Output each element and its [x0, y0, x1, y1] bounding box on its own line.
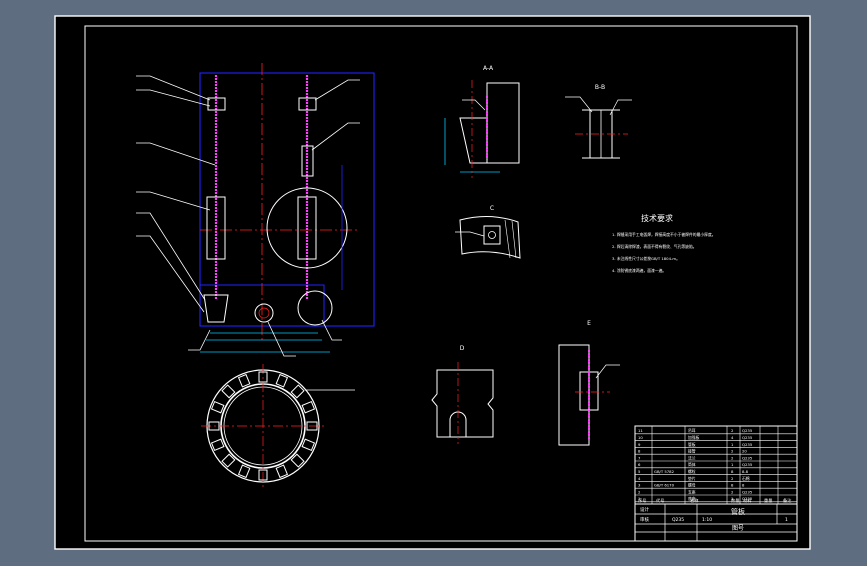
bom-cell-mat: Q235 [742, 489, 753, 494]
title-checker: 审核 [640, 516, 649, 523]
tech-req-line-3: 3. 未注线性尺寸公差按GB/T 1804-m。 [612, 256, 680, 261]
bom-header-no: 序号 [638, 497, 646, 504]
drawing-sheet [54, 15, 811, 550]
bom-cell-mat: Q235 [742, 462, 753, 467]
bom-header-code: 代号 [656, 497, 664, 504]
bom-header-mat: 材料 [743, 497, 752, 504]
bom-header-note: 备注 [783, 497, 792, 504]
bom-cell-code: GB/T 6170 [654, 483, 675, 488]
view-e-label: E [587, 320, 591, 327]
section-b-label: B-B [595, 84, 605, 91]
bom-cell-name: 接管 [688, 449, 696, 454]
title-quantity: 1 [785, 517, 788, 523]
bom-cell-name: 螺母 [688, 483, 696, 488]
bom-cell-mat: 8.8 [742, 469, 749, 474]
bom-header-name: 名称 [690, 497, 698, 504]
tech-req-line-4: 4. 涂防锈底漆两遍，面漆一遍。 [612, 268, 666, 273]
tech-req-line-1: 1. 焊缝采用手工电弧焊，焊接高度不小于被焊件的最小厚度。 [612, 232, 716, 237]
title-material: Q235 [672, 517, 684, 523]
cad-drawing: A-A B-B C D E 技术要求 1. 焊缝采用手工电弧焊，焊接高度不小于被… [54, 15, 811, 550]
bom-cell-no: 10 [638, 435, 643, 440]
detail-d-label: D [460, 345, 465, 352]
tech-requirements-title: 技术要求 [641, 213, 673, 223]
tech-req-line-2: 2. 焊后清除焊渣，表面不得有裂纹、气孔等缺陷。 [612, 244, 697, 249]
bom-cell-code: GB/T 5782 [654, 469, 675, 474]
bom-header-weight: 重量 [764, 497, 772, 504]
bom-cell-name: 管板 [688, 442, 696, 447]
bom-header-qty: 数量 [731, 497, 739, 504]
bom-cell-mat: Q235 [742, 435, 753, 440]
bom-cell-mat: 20 [742, 449, 747, 454]
bom-cell-mat: Q235 [742, 428, 753, 433]
title-drawing-name: 管板 [731, 507, 745, 516]
bom-cell-name: 加强板 [688, 435, 700, 440]
cad-viewport: A-A B-B C D E 技术要求 1. 焊缝采用手工电弧焊，焊接高度不小于被… [0, 0, 867, 562]
title-designer: 设计 [640, 506, 649, 513]
bom-cell-name: 吊耳 [688, 428, 696, 433]
title-scale: 1:10 [702, 517, 712, 523]
bom-cell-name: 筒体 [688, 462, 696, 467]
bom-cell-mat: 石棉 [742, 476, 750, 481]
title-drawing-number: 图号 [732, 525, 744, 532]
section-a-label: A-A [483, 65, 494, 72]
bom-cell-name: 螺栓 [688, 469, 696, 474]
bom-cell-name: 支座 [688, 489, 696, 494]
bom-cell-mat: Q235 [742, 455, 753, 460]
bom-cell-no: 11 [638, 428, 643, 433]
detail-c-label: C [490, 205, 494, 212]
bom-cell-name: 法兰 [688, 455, 696, 460]
bom-cell-mat: Q235 [742, 442, 753, 447]
bom-cell-name: 垫片 [688, 476, 696, 481]
